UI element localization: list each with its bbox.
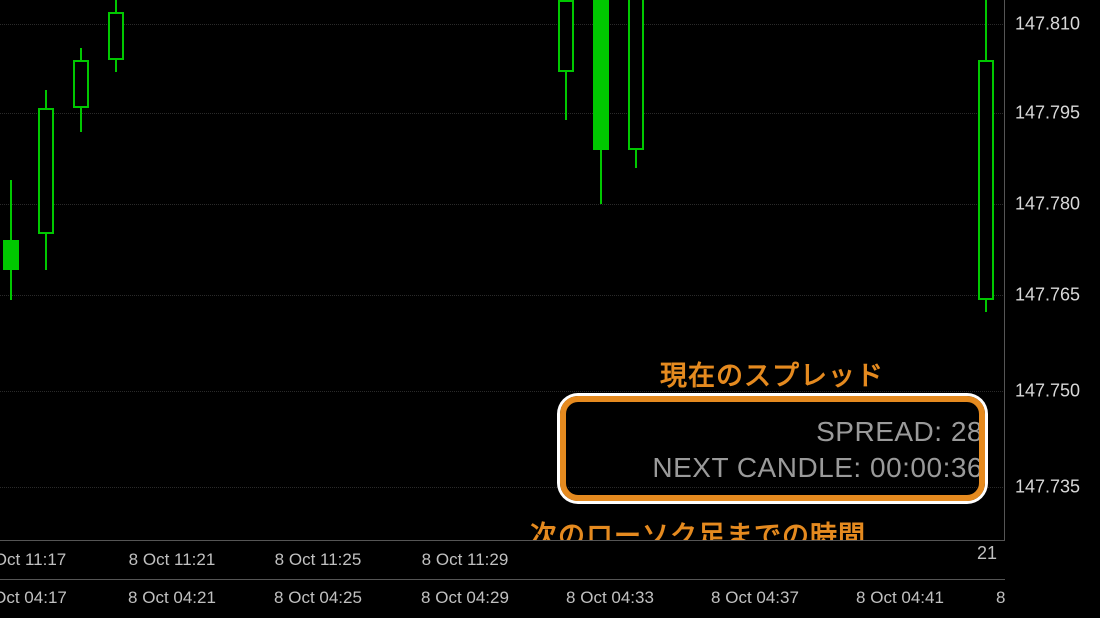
annotation-next-candle: 次のローソク足までの時間 <box>530 514 866 540</box>
time-tick: 8 Oct 11:25 <box>275 550 362 570</box>
time-tick: 8 Oct 04:45 <box>996 588 1005 608</box>
time-axis-row-lower: Oct 04:17 8 Oct 04:21 8 Oct 04:25 8 Oct … <box>0 579 1005 617</box>
time-tick: 8 Oct 04:21 <box>128 588 216 608</box>
price-tick: 147.780 <box>1015 194 1080 215</box>
time-axis: Oct 11:17 8 Oct 11:21 8 Oct 11:25 8 Oct … <box>0 540 1005 618</box>
time-tick: 8 Oct 04:25 <box>274 588 362 608</box>
time-tick: 8 Oct 04:29 <box>421 588 509 608</box>
price-tick: 147.810 <box>1015 14 1080 35</box>
price-tick: 147.795 <box>1015 103 1080 124</box>
annotation-spread: 現在のスプレッド <box>660 354 884 393</box>
time-tick: Oct 11:17 <box>0 550 66 570</box>
price-tick: 147.750 <box>1015 381 1080 402</box>
chart-area[interactable]: SPREAD: 28 NEXT CANDLE: 00:00:36 現在のスプレッ… <box>0 0 1005 540</box>
time-tick: 8 Oct 04:33 <box>566 588 654 608</box>
time-tick: Oct 04:17 <box>0 588 67 608</box>
price-tick: 147.735 <box>1015 477 1080 498</box>
time-tick: 8 Oct 11:21 <box>129 550 216 570</box>
time-extra-label: 21 <box>977 543 997 564</box>
time-tick: 8 Oct 04:41 <box>856 588 944 608</box>
time-axis-row-upper: Oct 11:17 8 Oct 11:21 8 Oct 11:25 8 Oct … <box>0 541 1005 580</box>
time-tick: 8 Oct 04:37 <box>711 588 799 608</box>
price-tick: 147.765 <box>1015 285 1080 306</box>
time-tick: 8 Oct 11:29 <box>422 550 509 570</box>
price-axis: 147.810 147.795 147.780 147.765 147.750 … <box>1004 0 1100 618</box>
info-box-highlight <box>560 396 985 501</box>
